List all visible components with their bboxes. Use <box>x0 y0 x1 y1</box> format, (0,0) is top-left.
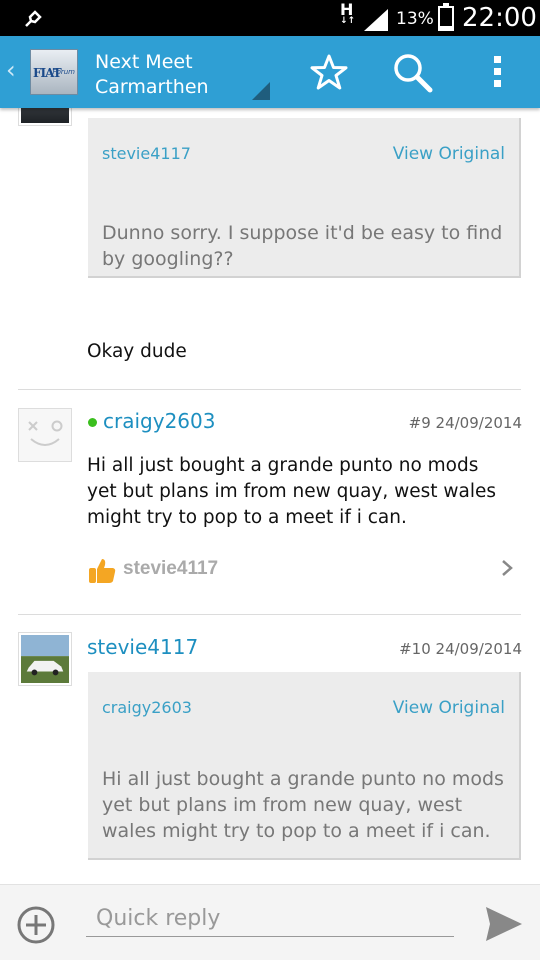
view-original-link[interactable]: View Original <box>393 144 505 164</box>
post-author[interactable]: stevie4117 <box>87 635 198 659</box>
quote-text: Hi all just bought a grande punto no mod… <box>102 768 504 842</box>
send-icon[interactable] <box>484 905 524 943</box>
post-meta: #9 24/09/2014 <box>409 414 522 432</box>
overflow-menu-icon[interactable] <box>480 54 516 90</box>
thread-title[interactable]: Next Meet Carmarthen <box>95 50 209 100</box>
post-date: 24/09/2014 <box>435 640 522 658</box>
quote-block[interactable]: craigy2603 View Original Hi all just bou… <box>88 672 521 860</box>
quote-text: Dunno sorry. I suppose it'd be easy to f… <box>102 222 503 270</box>
online-indicator <box>88 418 97 427</box>
post-meta: #10 24/09/2014 <box>399 640 522 658</box>
back-chevron-icon[interactable]: ‹ <box>6 56 16 84</box>
notification-icon <box>25 10 42 27</box>
thread-title-line1: Next Meet <box>95 51 193 73</box>
default-avatar-icon <box>28 420 63 446</box>
thumbs-up-icon <box>89 559 116 583</box>
network-type-icon: H ↓↑ <box>340 0 356 26</box>
status-bar: H ↓↑ 13% 22:00 <box>0 0 540 36</box>
likes-row[interactable]: stevie4117 <box>87 552 520 588</box>
action-bar: ‹ FIAT Forum Next Meet Carmarthen <box>0 36 540 108</box>
quick-reply-input[interactable] <box>86 901 454 937</box>
post-date: 24/09/2014 <box>435 414 522 432</box>
add-attachment-icon[interactable] <box>16 905 56 945</box>
quote-block[interactable]: stevie4117 View Original Dunno sorry. I … <box>88 118 521 278</box>
battery-icon <box>438 3 454 31</box>
quote-author[interactable]: stevie4117 <box>102 144 191 163</box>
chevron-right-icon[interactable] <box>500 559 514 577</box>
post-number: #10 <box>399 640 431 658</box>
forum-logo[interactable]: FIAT Forum <box>30 49 78 95</box>
post-message: Hi all just bought a grande punto no mod… <box>87 455 497 528</box>
liked-by-user[interactable]: stevie4117 <box>123 558 218 580</box>
thread-content[interactable]: stevie4117 View Original Dunno sorry. I … <box>0 108 540 884</box>
clock: 22:00 <box>462 3 537 33</box>
post-number: #9 <box>408 414 431 432</box>
post-author[interactable]: craigy2603 <box>103 409 215 433</box>
view-original-link[interactable]: View Original <box>393 698 505 718</box>
thread-title-line2: Carmarthen <box>95 76 209 98</box>
divider <box>18 389 521 390</box>
battery-percent: 13% <box>396 9 434 29</box>
quote-author[interactable]: craigy2603 <box>102 698 192 717</box>
quick-reply-bar <box>0 884 540 960</box>
post-message: Okay dude <box>87 341 187 362</box>
star-icon[interactable] <box>310 54 348 90</box>
divider <box>18 614 521 615</box>
search-icon[interactable] <box>392 52 434 94</box>
car-photo <box>21 635 69 683</box>
avatar[interactable] <box>18 108 72 126</box>
signal-icon <box>364 9 388 31</box>
dropdown-corner-icon <box>252 82 270 100</box>
avatar[interactable] <box>18 632 72 686</box>
avatar[interactable] <box>18 408 72 462</box>
